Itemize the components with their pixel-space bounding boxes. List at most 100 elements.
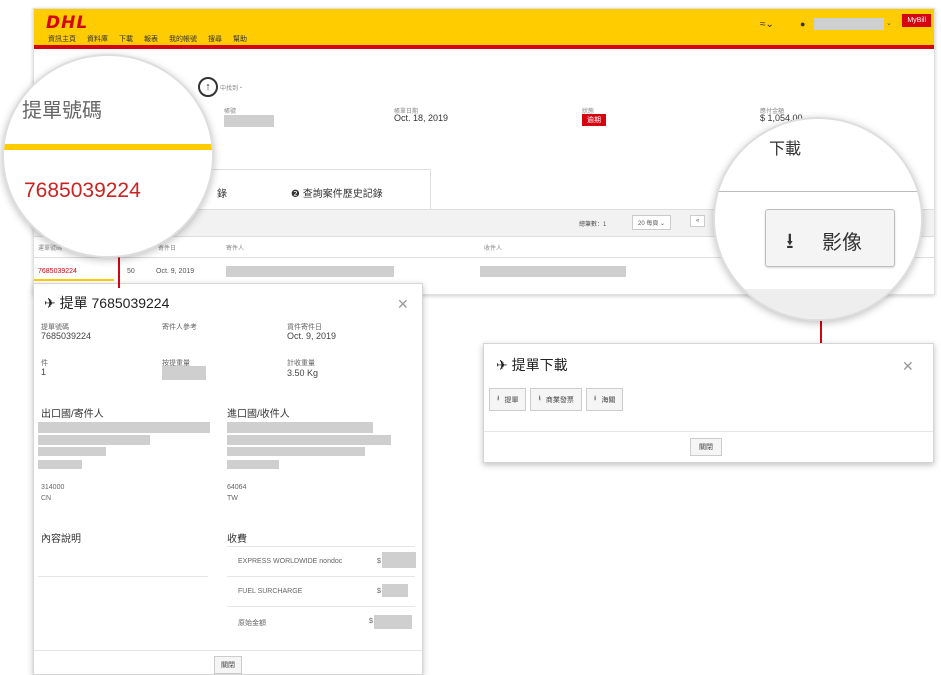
field-billed-weight-label: 計收重量 (287, 360, 315, 367)
row-ship-date: Oct. 9, 2019 (156, 268, 195, 275)
consignee-heading: 進口國/收件人 (227, 409, 290, 420)
download-icon: ⭳ (497, 395, 500, 402)
zoom-awb-circle: 提單號碼 7685039224 (2, 54, 214, 258)
download-airbill-button[interactable]: ⭳ 提單 (489, 388, 527, 411)
zoom-yellow-bar (4, 144, 212, 150)
upload-circle-icon[interactable]: ↑ (198, 77, 218, 97)
zoom-image-button[interactable]: ⭳ 影像 (765, 209, 895, 267)
charges-heading: 收費 (227, 534, 247, 545)
zoom-awb-label: 提單號碼 (22, 100, 102, 122)
divider (34, 650, 422, 651)
close-icon[interactable]: ✕ (902, 358, 914, 375)
field-billed-weight-value: 3.50 Kg (287, 368, 319, 378)
nav-reports[interactable]: 報表 (144, 34, 158, 44)
redacted-consignee-line (227, 422, 373, 433)
download-invoice-button[interactable]: ⭳ 商業發票 (530, 388, 582, 411)
tab-history[interactable]: ❷ 查詢案件歷史記錄 (291, 185, 383, 200)
divider (227, 546, 415, 547)
download-icon: ⭳ (538, 395, 541, 402)
field-shipper-ref-label: 寄件人參考 (162, 324, 197, 331)
signal-icon[interactable]: ≈⌄ (760, 19, 774, 30)
charge-currency: $ (377, 588, 381, 595)
nav-library[interactable]: 資料庫 (87, 34, 108, 44)
mybill-button[interactable]: MyBill (902, 14, 931, 27)
shipper-zip: 314000 (41, 484, 65, 491)
col-consignee: 收件人 (484, 246, 503, 252)
status-badge: 逾期 (582, 114, 606, 126)
redacted-consignee-line (227, 435, 391, 445)
zoom-awb-value: 7685039224 (24, 179, 141, 202)
airbill-close-button[interactable]: 關閉 (214, 656, 242, 674)
nav-my-account[interactable]: 我的帳號 (169, 34, 197, 44)
redacted-shipper-line (38, 422, 210, 433)
nav-search[interactable]: 搜尋 (208, 34, 222, 44)
nav-download[interactable]: 下載 (119, 34, 133, 44)
top-bar: DHL 資訊主頁 資料庫 下載 報表 我的帳號 搜尋 幫助 ≈⌄ ● ⌄ MyB… (34, 9, 934, 45)
chevron-down-icon[interactable]: ⌄ (886, 19, 892, 27)
redacted-username (814, 18, 884, 30)
total-count: 總筆數：1 (579, 222, 607, 228)
user-icon[interactable]: ● (800, 19, 805, 29)
download-icon: ⭳ (593, 395, 597, 402)
redacted-shipper-line (38, 460, 82, 469)
row-awb-link[interactable]: 7685039224 (38, 268, 77, 275)
divider (227, 606, 415, 607)
nav-dashboard[interactable]: 資訊主頁 (48, 34, 76, 44)
redacted-charge-amount (374, 615, 412, 629)
tab-partial[interactable]: 錄 (217, 185, 227, 200)
plane-icon: ✈ (44, 295, 56, 311)
redacted-account (224, 115, 274, 127)
download-icon: ⭳ (786, 228, 794, 253)
prev-page-button[interactable]: « (690, 215, 706, 227)
download-buttons: ⭳ 提單 ⭳ 商業發票 ⭳ 海關 (489, 388, 624, 411)
zoom-download-circle: 下載 ⭳ 影像 (713, 117, 923, 321)
charge-currency: $ (377, 558, 381, 565)
redacted-shipper-line (38, 435, 150, 445)
redacted-charge-amount (382, 584, 408, 597)
divider (484, 431, 933, 432)
divider (38, 576, 208, 577)
download-modal: ✈ 提單下載 ✕ ⭳ 提單 ⭳ 商業發票 ⭳ 海關 關閉 (483, 343, 934, 463)
airbill-title: ✈ 提單 7685039224 (44, 295, 170, 311)
field-ship-date-value: Oct. 9, 2019 (287, 331, 337, 341)
shipper-heading: 出口國/寄件人 (41, 409, 104, 420)
redacted-consignee-line (227, 447, 365, 456)
charge-currency: $ (369, 618, 373, 625)
redacted-consignee-line (227, 460, 279, 469)
divider (227, 576, 415, 577)
zoom-footer (715, 289, 921, 319)
tabs: 錄 ❷ 查詢案件歷史記錄 (194, 169, 431, 210)
consignee-country: TW (227, 495, 238, 502)
info-circle-icon: ❷ (291, 189, 300, 200)
redacted-weight (162, 366, 206, 380)
dhl-logo: DHL (46, 13, 89, 33)
account-label: 帳號 (224, 109, 237, 115)
zoom-download-label: 下載 (769, 141, 802, 158)
per-page-select[interactable]: 20 每頁 ⌄ (632, 215, 672, 230)
main-nav: 資訊主頁 資料庫 下載 報表 我的帳號 搜尋 幫助 (48, 34, 247, 44)
bill-date-value: Oct. 18, 2019 (394, 113, 449, 123)
divider (715, 191, 921, 192)
red-stripe (34, 45, 934, 49)
field-pieces-value: 1 (41, 367, 47, 377)
download-title: ✈ 提單下載 (496, 357, 568, 373)
nav-help[interactable]: 幫助 (233, 34, 247, 44)
charge-name: EXPRESS WORLDWIDE nondoc (238, 558, 343, 565)
shipper-country: CN (41, 495, 52, 502)
row-underline (34, 279, 114, 281)
close-icon[interactable]: ✕ (397, 296, 409, 313)
redacted-consignee (480, 266, 626, 277)
charge-name: FUEL SURCHARGE (238, 588, 303, 595)
consignee-zip: 64064 (227, 484, 247, 491)
plane-icon: ✈ (496, 357, 508, 373)
col-shipper: 寄件人 (226, 246, 245, 252)
download-close-button[interactable]: 關閉 (690, 438, 722, 456)
airbill-modal: ✈ 提單 7685039224 ✕ 提單號碼 7685039224 寄件人參考 … (33, 283, 423, 675)
field-awb-value: 7685039224 (41, 331, 92, 341)
contents-heading: 內容說明 (41, 534, 81, 545)
redacted-charge-amount (382, 552, 416, 568)
redacted-shipper-line (38, 447, 106, 456)
breadcrumb: 中找到・ (220, 86, 245, 92)
zoom-image-label: 影像 (822, 232, 862, 254)
download-customs-button[interactable]: ⭳ 海關 (585, 388, 624, 411)
